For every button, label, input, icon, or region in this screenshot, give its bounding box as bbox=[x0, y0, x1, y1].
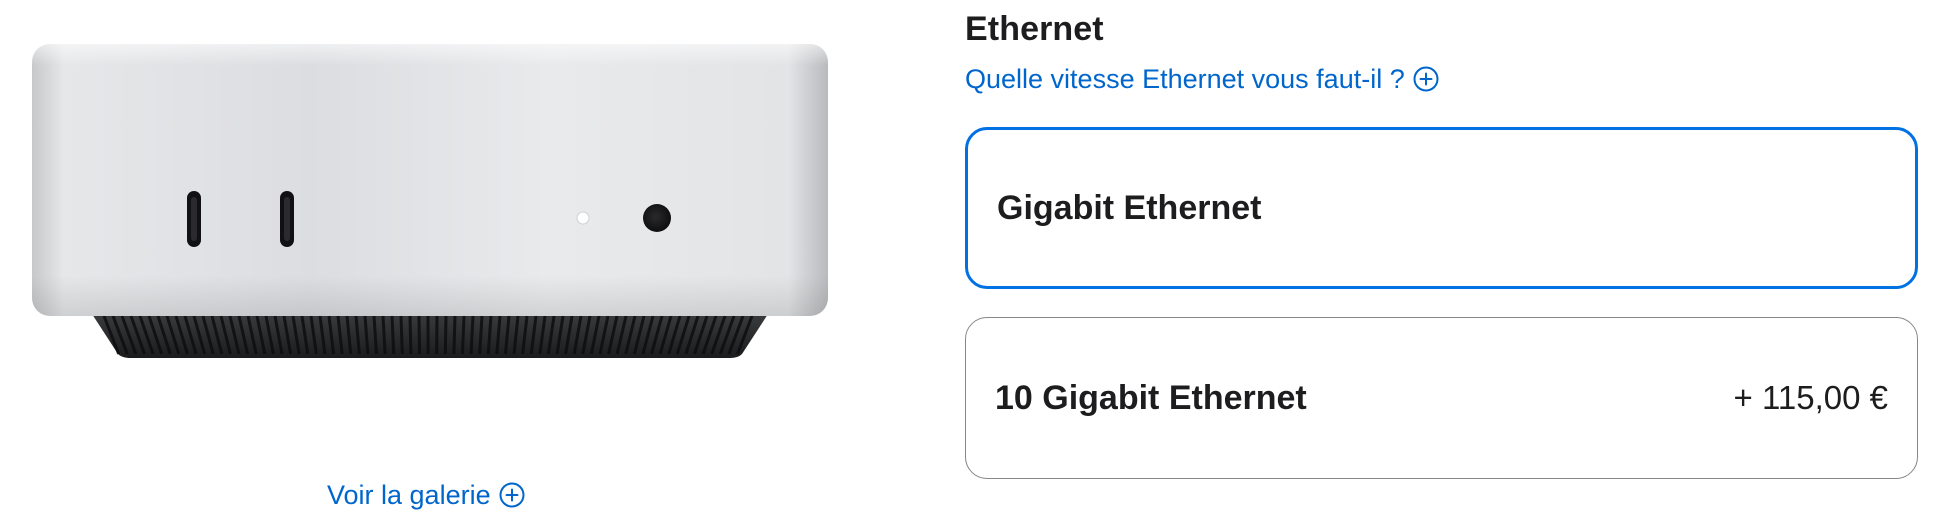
section-title: Ethernet bbox=[965, 8, 1104, 50]
help-link-label: Quelle vitesse Ethernet vous faut-il ? bbox=[965, 62, 1405, 96]
status-light bbox=[577, 212, 589, 224]
option-name: Gigabit Ethernet bbox=[997, 187, 1261, 229]
usb-c-port bbox=[280, 191, 294, 247]
option-10-gigabit-ethernet[interactable]: 10 Gigabit Ethernet + 115,00 € bbox=[965, 317, 1918, 479]
ethernet-help-link[interactable]: Quelle vitesse Ethernet vous faut-il ? bbox=[965, 62, 1439, 96]
option-price: + 115,00 € bbox=[1734, 377, 1888, 419]
plus-circle-icon bbox=[1413, 66, 1439, 92]
view-gallery-link[interactable]: Voir la galerie bbox=[327, 478, 525, 512]
headphone-jack bbox=[643, 204, 671, 232]
option-gigabit-ethernet[interactable]: Gigabit Ethernet bbox=[965, 127, 1918, 289]
product-image bbox=[30, 44, 830, 364]
gallery-link-label: Voir la galerie bbox=[327, 478, 491, 512]
usb-c-port bbox=[187, 191, 201, 247]
option-name: 10 Gigabit Ethernet bbox=[995, 377, 1307, 419]
plus-circle-icon bbox=[499, 482, 525, 508]
